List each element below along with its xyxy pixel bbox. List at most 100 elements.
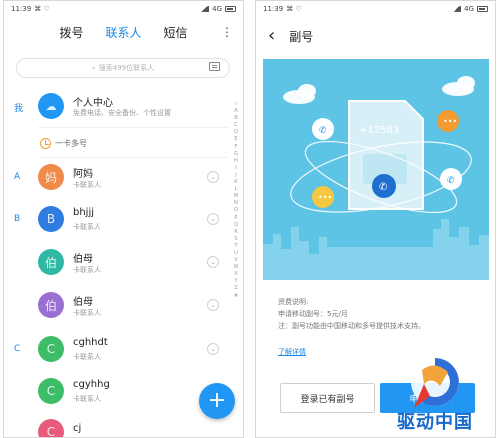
more-menu-icon[interactable]: ⋮	[221, 25, 233, 39]
learn-more-link[interactable]: 了解详情	[278, 347, 306, 357]
alphabet-letter[interactable]: Z	[232, 285, 240, 292]
contacts-screen: 11:39 ⌘ ♡ 4G 拨号 联系人 短信 ⋮ ⌕ 搜索499位联系人 我 ☁…	[3, 0, 244, 438]
avatar[interactable]: 伯	[38, 249, 64, 275]
alphabet-letter[interactable]: J	[232, 172, 240, 179]
me-name[interactable]: 个人中心	[73, 94, 113, 109]
section-letter-c: C	[14, 344, 21, 354]
alphabet-letter[interactable]: U	[232, 250, 240, 257]
contact-name[interactable]: bhjjj	[73, 207, 94, 218]
one-card-multi-number[interactable]: 一卡多号	[55, 138, 87, 149]
alphabet-index[interactable]: ☆ A B C D E F G H I J K L M N O P Q R S T U V W X Y Z #	[232, 101, 240, 300]
clock-icon	[40, 138, 51, 149]
banner-number: +12583	[359, 125, 399, 136]
divider	[38, 157, 228, 158]
contact-sub: 卡联系人	[73, 181, 101, 189]
tab-contacts[interactable]: 联系人	[105, 24, 141, 41]
notification-icon: ⌘ ♡	[34, 5, 50, 13]
chevron-down-icon[interactable]: ⌄	[207, 213, 219, 225]
watermark-text: 驱动中国	[397, 412, 473, 433]
alphabet-letter[interactable]: S	[232, 236, 240, 243]
alphabet-letter[interactable]: ☆	[232, 101, 240, 108]
svg-text:•••: •••	[443, 117, 457, 126]
me-avatar[interactable]: ☁	[38, 93, 64, 119]
alphabet-letter[interactable]: X	[232, 271, 240, 278]
avatar[interactable]: 伯	[38, 292, 64, 318]
chevron-down-icon[interactable]: ⌄	[207, 171, 219, 183]
svg-text:✆: ✆	[379, 182, 387, 193]
search-input[interactable]: ⌕ 搜索499位联系人	[16, 58, 230, 78]
back-icon[interactable]: ‹	[268, 27, 275, 45]
alphabet-letter[interactable]: V	[232, 257, 240, 264]
tab-bar: 拨号 联系人 短信 ⋮	[4, 17, 243, 47]
status-time: 11:39	[263, 5, 284, 13]
header: ‹ 副号	[256, 17, 495, 55]
alphabet-letter[interactable]: A	[232, 108, 240, 115]
add-contact-button[interactable]: +	[199, 383, 235, 419]
contact-name[interactable]: 伯母	[73, 250, 93, 265]
fee-title: 资费说明:	[278, 298, 309, 306]
contact-name[interactable]: 阿妈	[73, 165, 93, 180]
network-type: 4G	[212, 5, 222, 13]
contact-sub: 卡联系人	[73, 266, 101, 274]
cloud-icon: ☁	[45, 99, 57, 113]
contact-sub: 卡联系人	[73, 395, 101, 403]
alphabet-letter[interactable]: B	[232, 115, 240, 122]
svg-text:✆: ✆	[319, 126, 327, 136]
avatar[interactable]: C	[38, 419, 64, 437]
section-letter-b: B	[14, 214, 21, 224]
alphabet-letter[interactable]: T	[232, 243, 240, 250]
contact-name[interactable]: cgyhhg	[73, 379, 110, 390]
battery-icon	[225, 6, 236, 12]
alphabet-letter[interactable]: D	[232, 129, 240, 136]
alphabet-letter[interactable]: L	[232, 186, 240, 193]
alphabet-letter[interactable]: I	[232, 165, 240, 172]
network-type: 4G	[464, 5, 474, 13]
chevron-down-icon[interactable]: ⌄	[207, 299, 219, 311]
alphabet-letter[interactable]: Q	[232, 222, 240, 229]
alphabet-letter[interactable]: C	[232, 122, 240, 129]
alphabet-letter[interactable]: N	[232, 200, 240, 207]
alphabet-letter[interactable]: M	[232, 193, 240, 200]
alphabet-letter[interactable]: E	[232, 136, 240, 143]
page-title: 副号	[289, 29, 314, 44]
contact-name[interactable]: 伯母	[73, 293, 93, 308]
search-placeholder: 搜索499位联系人	[98, 64, 155, 72]
tab-sms[interactable]: 短信	[164, 24, 188, 41]
banner-illustration: ✆ ••• ••• ✆ ✆ +12583	[263, 59, 489, 280]
chevron-down-icon[interactable]: ⌄	[207, 343, 219, 355]
signal-icon	[452, 6, 462, 12]
svg-text:•••: •••	[318, 193, 332, 202]
alphabet-letter[interactable]: R	[232, 229, 240, 236]
tab-dial[interactable]: 拨号	[59, 24, 83, 41]
login-existing-button[interactable]: 登录已有副号	[280, 383, 375, 413]
me-sub: 免费电话、安全备份、个性设置	[73, 109, 171, 117]
section-letter-me: 我	[14, 104, 24, 114]
status-bar: 11:39 ⌘ ♡ 4G	[256, 1, 495, 17]
alphabet-letter[interactable]: W	[232, 264, 240, 271]
alphabet-letter[interactable]: K	[232, 179, 240, 186]
section-letter-a: A	[14, 172, 21, 182]
avatar[interactable]: B	[38, 206, 64, 232]
contact-sub: 卡联系人	[73, 309, 101, 317]
contact-name[interactable]: cj	[73, 423, 81, 434]
alphabet-letter[interactable]: P	[232, 215, 240, 222]
avatar[interactable]: C	[38, 336, 64, 362]
alphabet-letter[interactable]: H	[232, 158, 240, 165]
alphabet-letter[interactable]: O	[232, 207, 240, 214]
notification-icon: ⌘ ♡	[286, 5, 302, 13]
alphabet-letter[interactable]: Y	[232, 278, 240, 285]
contact-name[interactable]: cghhdt	[73, 337, 108, 348]
battery-icon	[477, 6, 488, 12]
alphabet-letter[interactable]: #	[232, 293, 240, 300]
alphabet-letter[interactable]: F	[232, 144, 240, 151]
avatar[interactable]: C	[38, 378, 64, 404]
contact-sub: 卡联系人	[73, 223, 101, 231]
fee-note: 注：副号功能由中国移动和多号提供技术支持。	[278, 322, 425, 330]
alphabet-letter[interactable]: G	[232, 151, 240, 158]
avatar[interactable]: 妈	[38, 164, 64, 190]
keypad-icon[interactable]	[209, 62, 220, 71]
sim-illustration: ✆ ••• ••• ✆ ✆ +12583	[263, 76, 489, 280]
contact-sub: 卡联系人	[73, 353, 101, 361]
chevron-down-icon[interactable]: ⌄	[207, 256, 219, 268]
divider	[38, 127, 228, 128]
